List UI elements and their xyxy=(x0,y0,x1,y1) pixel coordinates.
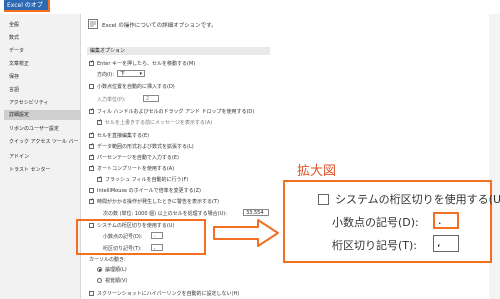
nav-item-language[interactable]: 言語 xyxy=(9,86,19,93)
nav-item-customize-ribbon[interactable]: リボンのユーザー設定 xyxy=(9,125,59,132)
direction-value: 下 xyxy=(120,71,126,77)
cursor-logical-label: 論理順(L) xyxy=(105,267,127,273)
direction-select[interactable]: 下 ▾ xyxy=(117,70,145,77)
enter-move-checkbox[interactable] xyxy=(89,59,94,66)
cursor-logical-radio[interactable] xyxy=(97,267,102,272)
nav-item-addins[interactable]: アドイン xyxy=(9,153,29,160)
enter-move-label: Enter キーを押したら、セルを移動する(M) xyxy=(97,61,196,67)
cells-threshold-label: 次の数 (単位: 1000 個) 以上のセルを処理する場合(U): xyxy=(103,211,227,217)
direction-label: 方向(I): xyxy=(97,72,115,78)
cells-threshold-spinner[interactable]: 33,554 xyxy=(243,209,269,216)
nav-item-advanced[interactable]: 詳細設定 xyxy=(4,110,81,120)
edit-in-cell-checkbox[interactable] xyxy=(89,131,94,138)
nav-item-general[interactable]: 全般 xyxy=(9,21,19,28)
nav-item-proofing[interactable]: 文章校正 xyxy=(9,60,29,67)
cursor-visual-label: 視覚順(V) xyxy=(105,278,128,284)
zoom-system-separator-label: システムの桁区切りを使用する(U) xyxy=(335,193,500,206)
alert-overwrite-label: セルを上書きする前にメッセージを表示する(A) xyxy=(105,120,213,126)
intellimouse-checkbox[interactable] xyxy=(89,188,94,193)
zoomed-view: システムの桁区切りを使用する(U) 小数点の記号(D): . 桁区切り記号(T)… xyxy=(283,180,500,263)
window-title: Excel のオプション xyxy=(4,0,50,21)
title-bar: Excel のオプション xyxy=(0,0,500,21)
flash-fill-checkbox[interactable] xyxy=(97,175,102,182)
percent-label: パーセンテージを自動で入力する(E) xyxy=(97,155,179,161)
zoom-system-separator-checkbox xyxy=(318,194,329,205)
zoom-decimal-separator-input: . xyxy=(433,212,459,229)
chevron-down-icon: ▾ xyxy=(139,71,142,77)
zoom-thousands-separator-input: , xyxy=(433,235,459,252)
arrow-right-icon xyxy=(213,219,279,247)
decimal-places-spinner[interactable]: 2 xyxy=(143,95,159,102)
advanced-options-pane: Excel の操作についての詳細オプションです。 編集オプション Enter キ… xyxy=(81,14,281,299)
options-nav: 全般 数式 データ 文章校正 保存 言語 アクセシビリティ 詳細設定 リボンのユ… xyxy=(0,14,81,299)
pane-header: Excel の操作についての詳細オプションです。 xyxy=(102,23,217,29)
extend-format-label: データ範囲の形式および数式を拡張する(L) xyxy=(97,144,194,150)
cursor-visual-radio[interactable] xyxy=(97,278,102,283)
alert-slow-label: 時間がかかる操作が発生したときに警告を表示する(T) xyxy=(97,199,219,205)
fill-handle-checkbox[interactable] xyxy=(89,107,94,114)
highlight-box xyxy=(76,219,206,255)
nav-item-save[interactable]: 保存 xyxy=(9,73,19,80)
zoom-thousands-separator-label: 桁区切り記号(T): xyxy=(332,239,418,252)
nav-item-trust-center[interactable]: トラスト センター xyxy=(9,166,51,173)
nav-item-accessibility[interactable]: アクセシビリティ xyxy=(9,99,48,106)
auto-decimal-checkbox[interactable] xyxy=(89,84,94,89)
extend-format-checkbox[interactable] xyxy=(89,142,94,149)
auto-decimal-label: 小数点位置を自動的に挿入する(D) xyxy=(97,84,175,90)
cursor-movement-label: カーソルの動き: xyxy=(89,257,126,263)
zoom-decimal-separator-label: 小数点の記号(D): xyxy=(332,216,419,229)
nav-item-quick-access-toolbar[interactable]: クイック アクセス ツール バー xyxy=(9,138,79,145)
screenshot-hyperlink-checkbox[interactable] xyxy=(89,291,94,296)
options-icon xyxy=(88,19,98,29)
autocomplete-label: オートコンプリートを使用する(A) xyxy=(97,166,175,172)
edit-in-cell-label: セルを直接編集する(E) xyxy=(97,133,150,139)
nav-item-formulas[interactable]: 数式 xyxy=(9,34,19,41)
zoom-title: 拡大図 xyxy=(297,164,337,179)
alert-slow-checkbox[interactable] xyxy=(89,197,94,204)
decimal-places-label: 入力単位(P): xyxy=(97,97,126,103)
section-edit-header: 編集オプション xyxy=(87,47,270,55)
flash-fill-label: フラッシュ フィルを自動的に行う(F) xyxy=(105,177,189,183)
alert-overwrite-checkbox[interactable] xyxy=(97,118,102,125)
percent-checkbox[interactable] xyxy=(89,153,94,160)
nav-item-data[interactable]: データ xyxy=(9,47,24,54)
fill-handle-label: フィル ハンドルおよびセルのドラッグ アンド ドロップを使用する(D) xyxy=(97,109,255,115)
autocomplete-checkbox[interactable] xyxy=(89,164,94,171)
intellimouse-label: IntelliMouse のホイールで倍率を変更する(Z) xyxy=(97,188,201,194)
screenshot-hyperlink-label: スクリーンショットにハイパーリンクを自動的に設定しない(H) xyxy=(97,291,240,297)
